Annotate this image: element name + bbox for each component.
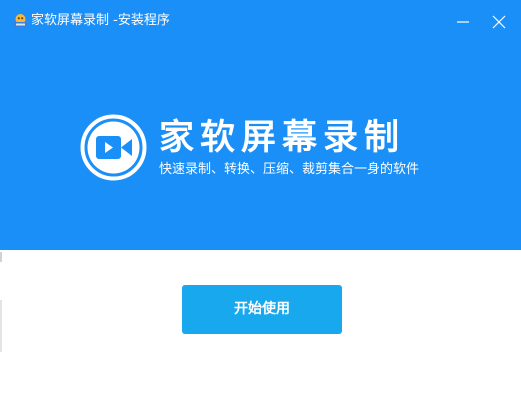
window-title: 家软屏幕录制 -安装程序 xyxy=(31,13,170,28)
left-edge-divider xyxy=(0,252,2,262)
product-tagline: 快速录制、转换、压缩、裁剪集合一身的软件 xyxy=(159,162,420,177)
minimize-icon xyxy=(457,21,469,23)
video-camera-logo-icon xyxy=(80,114,147,181)
start-using-button[interactable]: 开始使用 xyxy=(182,285,342,334)
brand-block: 家软屏幕录制 快速录制、转换、压缩、裁剪集合一身的软件 xyxy=(80,114,460,186)
close-icon xyxy=(492,15,506,29)
close-button[interactable] xyxy=(485,9,513,35)
minimize-button[interactable] xyxy=(449,9,477,35)
header-banner: 家软屏幕录制 -安装程序 家软屏幕录制 快速录制、转换、压缩、裁剪集合一身的软件 xyxy=(0,0,521,250)
product-name: 家软屏幕录制 xyxy=(159,118,406,158)
title-bar[interactable]: 家软屏幕录制 -安装程序 xyxy=(0,0,521,44)
installer-app-icon xyxy=(13,13,28,28)
installer-window: 家软屏幕录制 -安装程序 家软屏幕录制 快速录制、转换、压缩、裁剪集合一身的软件… xyxy=(0,0,521,395)
left-edge-divider xyxy=(0,300,2,352)
